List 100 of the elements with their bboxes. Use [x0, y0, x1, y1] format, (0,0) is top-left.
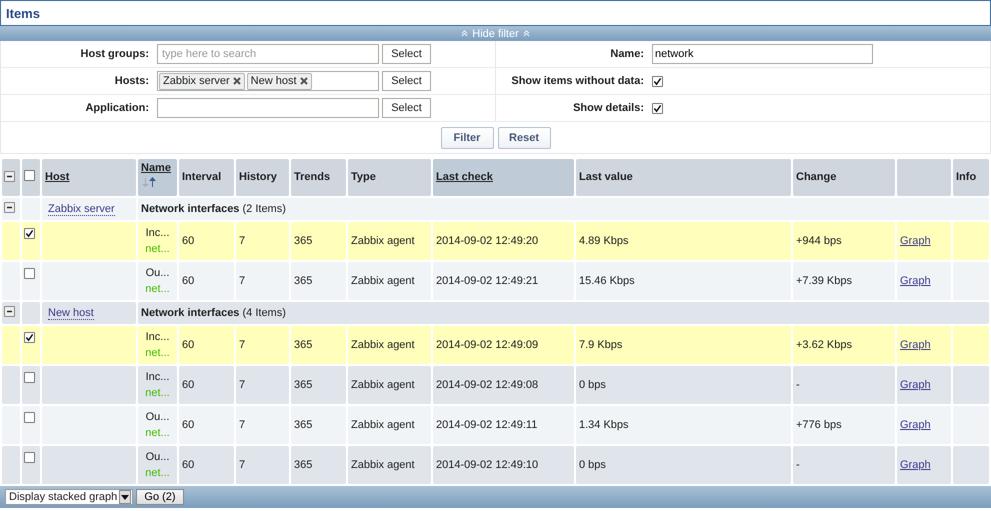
column-header: History: [236, 159, 289, 196]
graph-link[interactable]: Graph: [900, 274, 931, 286]
table-cell: +944 bps: [793, 222, 895, 260]
table-cell: 365: [291, 326, 346, 364]
table-cell: 365: [291, 262, 346, 300]
item-key: net...: [141, 345, 174, 361]
table-cell: 2014-09-02 12:49:20: [433, 222, 574, 260]
collapse-icon[interactable]: [4, 202, 15, 213]
remove-icon[interactable]: [300, 77, 308, 85]
column-header[interactable]: Host: [42, 159, 136, 196]
multiselect-field[interactable]: Zabbix server New host: [157, 71, 379, 91]
collapse-icon[interactable]: [4, 170, 15, 182]
field-label: Show details:: [572, 102, 644, 114]
table-cell: 60: [179, 262, 234, 300]
item-name[interactable]: Ou...: [141, 409, 174, 425]
table-cell: +776 bps: [793, 406, 895, 444]
field-label: Name:: [609, 48, 644, 60]
table-cell: 365: [291, 446, 346, 484]
table-cell: 60: [179, 326, 234, 364]
table-cell: 7: [236, 222, 289, 260]
table-cell: 365: [291, 366, 346, 404]
item-key: net...: [141, 425, 174, 441]
field-label: Hosts:: [114, 75, 149, 87]
table-cell: 2014-09-02 12:49:09: [433, 326, 574, 364]
item-key: net...: [141, 465, 174, 481]
table-cell: 7: [236, 326, 289, 364]
row-checkbox[interactable]: [24, 332, 35, 343]
table-cell: -: [793, 446, 895, 484]
page-title: Items: [6, 6, 40, 20]
item-name[interactable]: Inc...: [141, 369, 174, 385]
multiselect-field[interactable]: [157, 98, 379, 118]
table-cell: Zabbix agent: [348, 222, 431, 260]
column-header[interactable]: Last check: [433, 159, 574, 196]
application-name: Network interfaces (4 Items): [138, 302, 989, 324]
graph-link[interactable]: Graph: [900, 418, 931, 430]
item-name[interactable]: Inc...: [141, 225, 174, 241]
placeholder-text: type here to search: [161, 48, 258, 60]
item-key: net...: [141, 241, 174, 257]
table-cell: 60: [179, 446, 234, 484]
field-label: Host groups:: [80, 48, 149, 60]
table-cell: 60: [179, 366, 234, 404]
filter-button[interactable]: Filter: [440, 127, 494, 149]
column-header: Change: [793, 159, 895, 196]
column-header[interactable]: Name: [138, 159, 177, 196]
checkbox[interactable]: [652, 102, 663, 114]
select-all-checkbox[interactable]: [24, 170, 35, 181]
double-chevron-icon: [461, 30, 468, 37]
caret-icon: [119, 490, 131, 504]
table-cell: 7: [236, 366, 289, 404]
item-name[interactable]: Inc...: [141, 329, 174, 345]
reset-button[interactable]: Reset: [498, 127, 550, 149]
table-cell: 2014-09-02 12:49:08: [433, 366, 574, 404]
row-checkbox[interactable]: [24, 412, 35, 423]
table-cell: 365: [291, 406, 346, 444]
table-cell: 365: [291, 222, 346, 260]
table-cell: Zabbix agent: [348, 262, 431, 300]
checkbox[interactable]: [652, 76, 663, 86]
item-key: net...: [141, 281, 174, 297]
collapse-icon[interactable]: [4, 306, 15, 317]
select-button[interactable]: Select: [382, 71, 431, 91]
table-cell: 0 bps: [576, 366, 791, 404]
remove-icon[interactable]: [232, 77, 241, 85]
item-name[interactable]: Ou...: [141, 265, 174, 281]
table-cell: 60: [179, 222, 234, 260]
column-header: Type: [348, 159, 431, 196]
table-cell: 2014-09-02 12:49:11: [433, 406, 574, 444]
table-cell: -: [793, 366, 895, 404]
graph-link[interactable]: Graph: [900, 378, 931, 390]
graph-link[interactable]: Graph: [900, 338, 931, 350]
table-cell: 2014-09-02 12:49:21: [433, 262, 574, 300]
name-field[interactable]: network: [652, 44, 873, 64]
column-header: [897, 159, 951, 196]
row-checkbox[interactable]: [24, 372, 35, 383]
item-name[interactable]: Ou...: [141, 449, 174, 465]
column-header: Trends: [291, 159, 346, 196]
go-button[interactable]: Go (2): [136, 489, 184, 505]
row-checkbox[interactable]: [24, 452, 35, 463]
row-checkbox[interactable]: [24, 228, 35, 239]
table-cell: 1.34 Kbps: [576, 406, 791, 444]
table-cell: Zabbix agent: [348, 326, 431, 364]
double-chevron-icon: [522, 30, 530, 37]
column-header: Interval: [179, 159, 234, 196]
table-cell: Zabbix agent: [348, 446, 431, 484]
item-key: net...: [141, 385, 174, 401]
table-cell: 4.89 Kbps: [576, 222, 791, 260]
table-cell: Zabbix agent: [348, 366, 431, 404]
graph-link[interactable]: Graph: [900, 234, 931, 246]
table-cell: 7: [236, 406, 289, 444]
table-cell: 2014-09-02 12:49:10: [433, 446, 574, 484]
table-cell: 7.9 Kbps: [576, 326, 791, 364]
row-checkbox[interactable]: [24, 268, 35, 279]
table-cell: 7: [236, 446, 289, 484]
select-button[interactable]: Select: [382, 98, 431, 118]
field-label: Application:: [84, 102, 149, 114]
action-dropdown[interactable]: Display stacked graph: [5, 489, 133, 505]
table-cell: +3.62 Kbps: [793, 326, 895, 364]
select-button[interactable]: Select: [382, 44, 431, 64]
host-tag: Zabbix server: [159, 72, 245, 90]
column-header: Last value: [576, 159, 791, 196]
graph-link[interactable]: Graph: [900, 458, 931, 470]
